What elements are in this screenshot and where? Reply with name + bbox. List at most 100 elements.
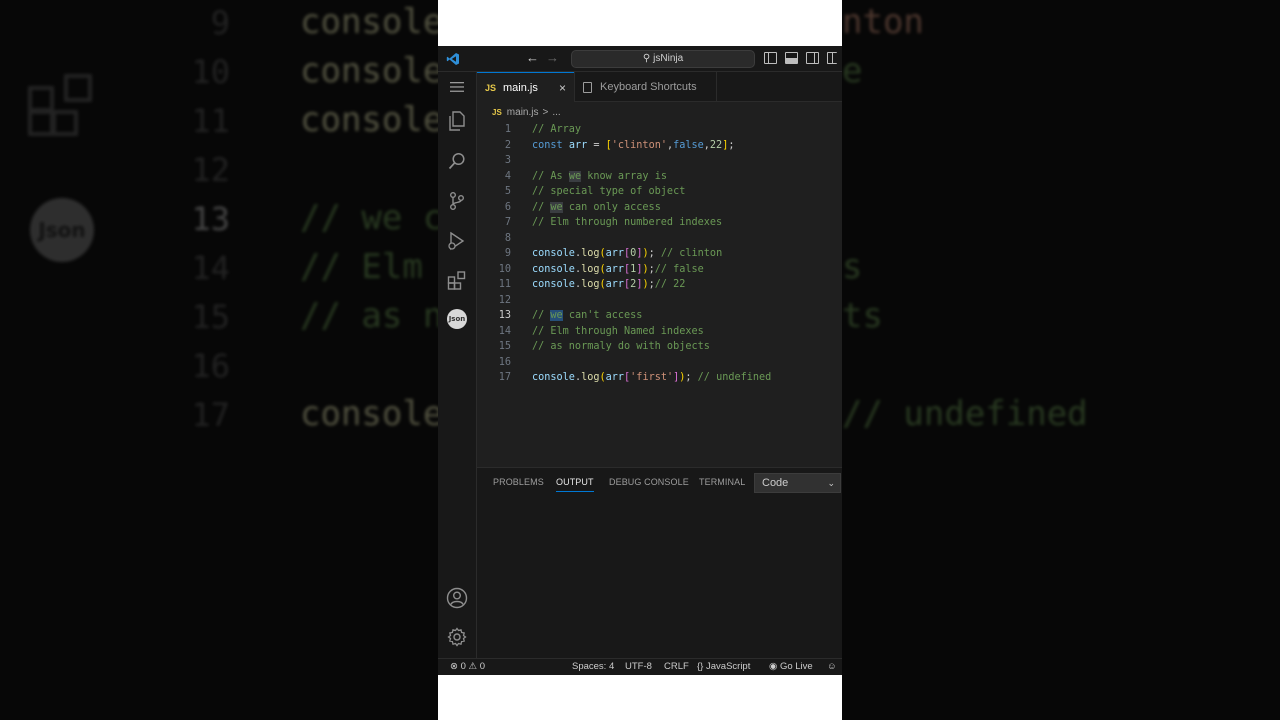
- code-editor[interactable]: 1// Array 2 const arr = ['clinton',false,…: [477, 122, 842, 467]
- punctuation: ;: [728, 139, 735, 151]
- identifier: console: [532, 372, 575, 383]
- command-center-label: jsNinja: [653, 53, 684, 64]
- code-line: 3: [477, 153, 842, 169]
- line-number: 10: [498, 263, 511, 275]
- line-number: 9: [504, 248, 511, 259]
- background-dim-right: [842, 0, 1280, 720]
- tab-label: main.js: [503, 81, 538, 94]
- line-number: 15: [498, 341, 511, 352]
- line-number: 13: [498, 310, 511, 321]
- json-badge: Json: [447, 309, 467, 329]
- line-number: 2: [504, 139, 511, 151]
- explorer-icon[interactable]: [446, 110, 468, 132]
- tab-terminal[interactable]: TERMINAL: [699, 477, 745, 487]
- search-icon[interactable]: [446, 150, 468, 172]
- go-live-button[interactable]: ◉ Go Live: [769, 661, 813, 672]
- tab-problems[interactable]: PROBLEMS: [493, 477, 544, 487]
- letterbox-bottom: [438, 675, 842, 720]
- error-icon: ⊗: [450, 661, 458, 672]
- language-mode[interactable]: {} JavaScript: [697, 661, 750, 672]
- back-arrow-icon[interactable]: ←: [526, 50, 539, 65]
- language-label: JavaScript: [706, 661, 751, 672]
- eol-status[interactable]: CRLF: [664, 661, 689, 672]
- code-line: 4 // As we know array is: [477, 169, 842, 185]
- number: 22: [709, 139, 723, 151]
- json-extension-icon[interactable]: Json: [446, 308, 468, 330]
- output-channel-value: Code: [762, 477, 789, 489]
- close-tab-icon[interactable]: ×: [559, 81, 566, 95]
- comment: can only access: [562, 201, 661, 213]
- tab-keyboard-shortcuts[interactable]: Keyboard Shortcuts: [574, 72, 717, 102]
- line-number: 11: [498, 279, 511, 290]
- code-line: 16: [477, 355, 842, 371]
- identifier: console: [532, 248, 575, 259]
- code-line: 11 console.log(arr[2]);// 22: [477, 277, 842, 293]
- menu-icon[interactable]: [446, 76, 468, 98]
- breadcrumb-more[interactable]: ...: [552, 107, 560, 118]
- breadcrumb: JS main.js > ...: [477, 102, 842, 122]
- comment: // As: [532, 170, 569, 182]
- problems-indicator[interactable]: ⊗ 0 ⚠ 0: [450, 661, 485, 672]
- braces-icon: {}: [697, 661, 704, 672]
- tab-output[interactable]: OUTPUT: [556, 477, 594, 492]
- comment: // as normaly do with objects: [532, 341, 710, 352]
- breadcrumb-file[interactable]: main.js: [507, 107, 539, 118]
- line-number: 7: [504, 217, 511, 228]
- vscode-window: ← → ⚲ jsNinja Json JS main.js × Keyboard…: [438, 46, 842, 675]
- copilot-icon[interactable]: ☺: [827, 661, 837, 672]
- comment: // Elm through numbered indexes: [532, 217, 723, 228]
- code-line: 14 // Elm through Named indexes: [477, 324, 842, 340]
- activity-bar: Json: [438, 72, 477, 658]
- selected-word: we: [550, 310, 563, 321]
- search-icon: ⚲: [642, 53, 651, 64]
- breadcrumb-separator: >: [542, 106, 549, 118]
- line-number: 14: [498, 325, 511, 337]
- source-control-icon[interactable]: [446, 190, 468, 212]
- comment: // false: [654, 263, 704, 275]
- letterbox-top: [438, 0, 842, 46]
- output-channel-select[interactable]: Code ⌄: [754, 473, 841, 493]
- comment: // Elm through Named indexes: [532, 325, 704, 337]
- forward-arrow-icon[interactable]: →: [546, 50, 559, 65]
- chevron-down-icon: ⌄: [827, 478, 835, 488]
- comment: can't access: [562, 310, 643, 321]
- toggle-panel-icon[interactable]: [785, 52, 798, 64]
- settings-gear-icon[interactable]: [446, 626, 468, 648]
- code-line-active: 13 // we can't access: [477, 308, 842, 324]
- encoding-status[interactable]: UTF-8: [625, 661, 652, 672]
- tab-main-js[interactable]: JS main.js ×: [477, 72, 574, 102]
- identifier: console: [532, 279, 575, 290]
- accounts-icon[interactable]: [446, 587, 468, 609]
- word-highlight: we: [550, 201, 563, 213]
- toggle-secondary-sidebar-icon[interactable]: [806, 52, 819, 64]
- code-line: 5 // special type of object: [477, 184, 842, 200]
- comment: //: [532, 310, 551, 321]
- code-line: 1 // Array: [477, 122, 842, 138]
- tab-debug-console[interactable]: DEBUG CONSOLE: [609, 477, 689, 487]
- command-center-search[interactable]: ⚲ jsNinja: [571, 50, 755, 68]
- customize-layout-icon[interactable]: [827, 52, 837, 64]
- code-line: 2 const arr = ['clinton',false,22];: [477, 138, 842, 154]
- line-number: 3: [504, 155, 511, 166]
- title-bar: ← → ⚲ jsNinja: [438, 46, 842, 72]
- variable: arr: [605, 279, 625, 290]
- layout-controls: [764, 52, 837, 66]
- indentation-status[interactable]: Spaces: 4: [572, 661, 614, 672]
- extensions-icon[interactable]: [446, 269, 468, 291]
- code-line: 6 // we can only access: [477, 200, 842, 216]
- comment: // special type of object: [532, 186, 686, 197]
- run-debug-icon[interactable]: [446, 230, 468, 252]
- status-bar: ⊗ 0 ⚠ 0 Spaces: 4 UTF-8 CRLF {} JavaScri…: [438, 658, 842, 675]
- line-number: 8: [504, 232, 511, 244]
- line-number: 4: [504, 170, 511, 182]
- keyword: false: [673, 139, 704, 151]
- word-highlight: we: [568, 170, 582, 182]
- toggle-primary-sidebar-icon[interactable]: [764, 52, 777, 64]
- vscode-logo-icon: [446, 53, 459, 65]
- line-number: 12: [498, 294, 511, 306]
- code-line: 15 // as normaly do with objects: [477, 339, 842, 355]
- identifier: console: [532, 263, 575, 275]
- comment: // 22: [654, 279, 686, 290]
- function-name: log: [581, 248, 600, 259]
- line-number: 6: [504, 201, 511, 213]
